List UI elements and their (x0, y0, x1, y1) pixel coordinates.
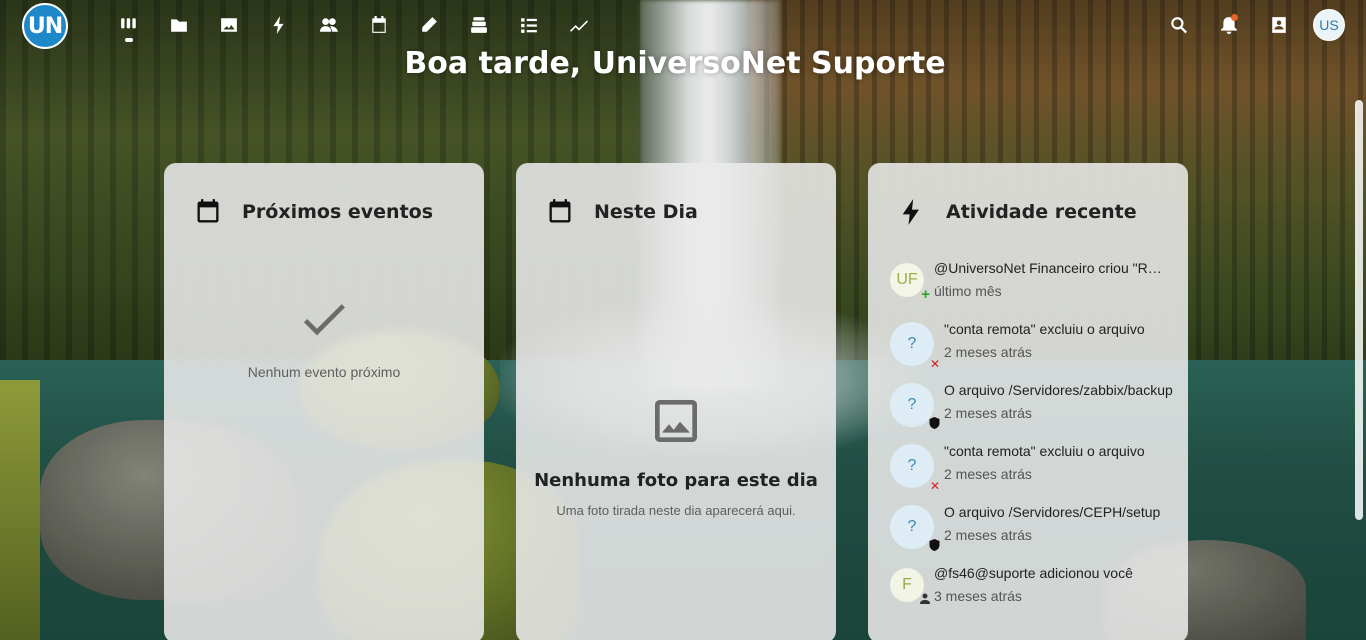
activity-item[interactable]: F @fs46@suporte adicionou você 3 meses a… (890, 563, 1180, 624)
panel-title[interactable]: Próximos eventos (242, 201, 433, 223)
activity-message: O arquivo /Servidores/CEPH/setup (944, 504, 1161, 520)
on-this-day-panel: Neste Dia Nenhuma foto para este dia Uma… (516, 163, 836, 640)
user-avatar[interactable]: US (1313, 9, 1345, 41)
nav-photos[interactable] (204, 6, 254, 44)
nav-analytics[interactable] (554, 6, 604, 44)
empty-state-subtitle: Uma foto tirada neste dia aparecerá aqui… (556, 503, 796, 518)
deck-icon (471, 17, 487, 33)
empty-state: Nenhuma foto para este dia Uma foto tira… (516, 393, 836, 518)
delete-icon: ✕ (929, 479, 940, 493)
panel-header: Atividade recente (868, 163, 1188, 233)
panel-header: Próximos eventos (164, 163, 484, 233)
activity-message: "conta remota" excluiu o arquivo (944, 321, 1145, 337)
photos-icon (221, 18, 237, 32)
delete-icon: ✕ (929, 357, 940, 371)
contacts-menu-button[interactable] (1254, 6, 1304, 44)
activity-list: UF + @UniversoNet Financeiro criou "Reun… (890, 258, 1180, 624)
dashboard-icon (121, 18, 136, 29)
nav-contacts[interactable] (304, 6, 354, 44)
search-button[interactable] (1154, 6, 1204, 44)
empty-state: Nenhum evento próximo (164, 291, 484, 380)
activity-avatar: UF + (890, 263, 930, 302)
panel-title[interactable]: Atividade recente (946, 201, 1137, 223)
activity-message: O arquivo /Servidores/zabbix/backup (944, 382, 1173, 398)
files-icon (171, 19, 187, 32)
nav-deck[interactable] (454, 6, 504, 44)
activity-time: 2 meses atrás (944, 405, 1032, 421)
shield-icon (929, 417, 940, 431)
activity-message: @fs46@suporte adicionou você (934, 565, 1133, 581)
calendar-icon (197, 199, 219, 223)
calendar-icon (372, 16, 386, 33)
activity-message: "conta remota" excluiu o arquivo (944, 443, 1145, 459)
activity-time: último mês (934, 283, 1002, 299)
page-scrollbar[interactable] (1355, 100, 1363, 520)
activity-avatar: ? (890, 383, 940, 429)
activity-item[interactable]: UF + @UniversoNet Financeiro criou "Reun… (890, 258, 1180, 319)
empty-state-title: Nenhuma foto para este dia (534, 470, 818, 491)
activity-avatar: ? ✕ (890, 322, 940, 370)
plus-icon: + (921, 286, 930, 303)
lightning-icon (902, 199, 919, 225)
activity-avatar: ? ✕ (890, 444, 940, 492)
activity-time: 2 meses atrás (944, 527, 1032, 543)
contacts-menu-icon (1272, 17, 1286, 33)
nav-activity[interactable] (254, 6, 304, 44)
panel-header: Neste Dia (516, 163, 836, 233)
greeting-title: Boa tarde, UniversoNet Suporte (404, 46, 946, 81)
activity-time: 2 meses atrás (944, 466, 1032, 482)
app-logo[interactable]: UN (22, 3, 68, 49)
nav-dashboard[interactable] (104, 6, 154, 44)
activity-avatar: ? (890, 505, 940, 551)
shield-icon (929, 539, 940, 553)
empty-state-text: Nenhum evento próximo (247, 364, 401, 380)
panel-title[interactable]: Neste Dia (594, 201, 698, 223)
notes-icon (422, 17, 437, 32)
notifications-button[interactable] (1204, 6, 1254, 44)
recent-activity-panel: Atividade recente UF + @UniversoNet Fina… (868, 163, 1188, 640)
nav-calendar[interactable] (354, 6, 404, 44)
top-header: UN US (0, 0, 1366, 50)
activity-time: 3 meses atrás (934, 588, 1022, 604)
checkmark-icon (303, 304, 345, 336)
activity-time: 2 meses atrás (944, 344, 1032, 360)
nav-tasks[interactable] (504, 6, 554, 44)
user-icon (920, 593, 930, 606)
contacts-icon (320, 18, 338, 32)
calendar-icon (549, 199, 571, 223)
activity-item[interactable]: ? ✕ "conta remota" excluiu o arquivo 2 m… (890, 441, 1180, 502)
analytics-icon (570, 20, 588, 32)
image-icon (655, 400, 697, 442)
activity-message: @UniversoNet Financeiro criou "Reunião" (934, 260, 1164, 276)
app-nav (104, 6, 604, 44)
upcoming-events-panel: Próximos eventos Nenhum evento próximo (164, 163, 484, 640)
notification-indicator (1231, 14, 1238, 21)
nav-files[interactable] (154, 6, 204, 44)
search-icon (1171, 17, 1187, 34)
activity-item[interactable]: ? O arquivo /Servidores/CEPH/setup 2 mes… (890, 502, 1180, 563)
tasks-icon (521, 18, 537, 33)
activity-avatar: F (890, 568, 930, 604)
activity-item[interactable]: ? O arquivo /Servidores/zabbix/backup 2 … (890, 380, 1180, 441)
nav-notes[interactable] (404, 6, 454, 44)
header-right: US (1154, 6, 1366, 44)
activity-item[interactable]: ? ✕ "conta remota" excluiu o arquivo 2 m… (890, 319, 1180, 380)
activity-icon (273, 16, 284, 34)
